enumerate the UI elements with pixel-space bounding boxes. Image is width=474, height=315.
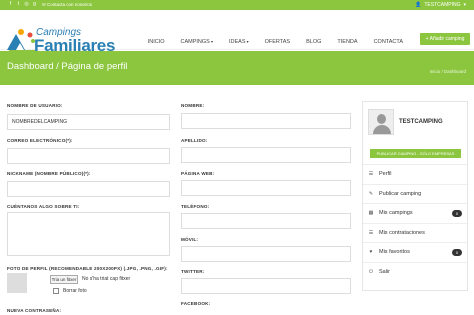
heart-icon: ♥ bbox=[369, 249, 373, 256]
sidebar-item-perfil[interactable]: ☰ Perfil bbox=[363, 164, 467, 184]
user-icon: 👤 bbox=[415, 1, 422, 8]
twitter-icon[interactable]: t bbox=[16, 2, 21, 7]
surname-input[interactable] bbox=[181, 147, 351, 163]
file-status: No s'ha triat cap fitxer bbox=[82, 276, 131, 282]
sidebar-item-label: Publicar camping bbox=[379, 190, 422, 197]
user-name: TESTCAMPING bbox=[424, 1, 461, 8]
nav-ideas[interactable]: IDEAS bbox=[221, 39, 257, 45]
top-bar: f t ◎ g ✉ Contacta con nosotros 👤 TESTCA… bbox=[0, 0, 474, 10]
page-title: Dashboard / Página de perfil bbox=[7, 61, 128, 72]
facebook-label: FACEBOOK: bbox=[181, 301, 211, 306]
sidebar-item-label: Mis campings bbox=[379, 210, 413, 217]
breadcrumb-separator: / bbox=[441, 69, 443, 74]
email-label: CORREO ELECTRÓNICO(*): bbox=[7, 138, 73, 143]
email-input[interactable] bbox=[7, 148, 170, 164]
surname-label: APELLIDO: bbox=[181, 138, 208, 143]
main-nav: INICIO CAMPINGS IDEAS OFERTAS BLOG TIEND… bbox=[140, 39, 411, 45]
sidebar-item-favoritos[interactable]: ♥ Mis favoritos 0 bbox=[363, 242, 467, 262]
nickname-label: NICKNAME (NOMBRE PÚBLICO)(*): bbox=[7, 171, 91, 176]
phone-input[interactable] bbox=[181, 213, 351, 229]
sidebar-item-label: Salir bbox=[379, 268, 391, 275]
name-input[interactable] bbox=[181, 113, 351, 129]
nav-inicio[interactable]: INICIO bbox=[140, 39, 173, 45]
avatar-body-shape bbox=[373, 125, 391, 134]
grid-icon: ▦ bbox=[368, 210, 374, 217]
sidebar-item-label: Perfil bbox=[379, 171, 392, 178]
dashboard-sidebar: TESTCAMPING PUBLICAR CAMPING - SÓLO EMPR… bbox=[362, 101, 468, 291]
chevron-down-icon: ▾ bbox=[463, 1, 466, 8]
list-icon: ☰ bbox=[368, 229, 374, 236]
choose-file-button[interactable]: Tria un fitxer bbox=[50, 275, 78, 284]
page-banner: Dashboard / Página de perfil Inicio / Da… bbox=[0, 51, 474, 85]
about-label: CUÉNTANOS ALGO SOBRE TI: bbox=[7, 204, 80, 209]
username-input[interactable]: NOMBREDELCAMPING bbox=[7, 114, 170, 130]
googleplus-icon[interactable]: g bbox=[32, 2, 37, 7]
power-icon: ⏻ bbox=[369, 268, 373, 275]
breadcrumb: Inicio / Dashboard bbox=[430, 69, 466, 74]
list-icon: ☰ bbox=[368, 171, 374, 178]
phone-label: TELÉFONO: bbox=[181, 204, 210, 209]
sidebar-item-mis-campings[interactable]: ▦ Mis campings 0 bbox=[363, 203, 467, 223]
twitter-label: TWITTER: bbox=[181, 269, 205, 274]
about-textarea[interactable] bbox=[7, 212, 170, 256]
nav-contacta[interactable]: CONTACTA bbox=[366, 39, 411, 45]
sidebar-username: TESTCAMPING bbox=[399, 119, 443, 125]
social-links: f t ◎ g bbox=[8, 2, 37, 7]
nav-tienda[interactable]: TIENDA bbox=[329, 39, 365, 45]
pencil-icon: ✎ bbox=[368, 190, 374, 197]
name-label: NOMBRE: bbox=[181, 103, 205, 108]
twitter-input[interactable] bbox=[181, 278, 351, 294]
mobile-label: MÓVIL: bbox=[181, 237, 199, 242]
delete-photo-label: Borrar foto bbox=[63, 288, 87, 294]
count-badge: 0 bbox=[452, 210, 462, 217]
delete-photo-checkbox[interactable] bbox=[53, 288, 59, 294]
username-label: NOMBRE DE USUARIO: bbox=[7, 103, 63, 108]
sidebar-item-label: Mis contrataciones bbox=[379, 229, 425, 236]
instagram-icon[interactable]: ◎ bbox=[24, 2, 29, 7]
sidebar-item-contrataciones[interactable]: ☰ Mis contrataciones bbox=[363, 222, 467, 243]
breadcrumb-home[interactable]: Inicio bbox=[430, 69, 441, 74]
sidebar-item-label: Mis favoritos bbox=[379, 249, 410, 256]
breadcrumb-current: Dashboard bbox=[443, 69, 466, 74]
sidebar-menu: ☰ Perfil ✎ Publicar camping ▦ Mis campin… bbox=[363, 164, 467, 281]
profile-photo-preview bbox=[7, 273, 27, 293]
mobile-input[interactable] bbox=[181, 246, 351, 262]
header: Campings Familiares INICIO CAMPINGS IDEA… bbox=[0, 10, 474, 55]
password-label: NUEVA CONTRASEÑA: bbox=[7, 308, 62, 313]
sidebar-item-salir[interactable]: ⏻ Salir bbox=[363, 261, 467, 282]
profile-form: NOMBRE DE USUARIO: NOMBREDELCAMPING CORR… bbox=[7, 100, 352, 315]
contact-link[interactable]: ✉ Contacta con nosotros bbox=[42, 2, 92, 8]
avatar-head-shape bbox=[377, 114, 386, 124]
nickname-input[interactable] bbox=[7, 181, 170, 197]
add-camping-button[interactable]: + Añadir camping bbox=[420, 33, 470, 45]
user-menu[interactable]: 👤 TESTCAMPING ▾ bbox=[415, 2, 466, 8]
web-label: PÁGINA WEB: bbox=[181, 171, 215, 176]
facebook-icon[interactable]: f bbox=[8, 2, 13, 7]
photo-label: FOTO DE PERFIL (RECOMENDABLE 200X200PX) … bbox=[7, 266, 168, 271]
avatar bbox=[368, 109, 394, 135]
nav-ofertas[interactable]: OFERTAS bbox=[257, 39, 298, 45]
web-input[interactable] bbox=[181, 180, 351, 196]
count-badge: 0 bbox=[452, 249, 462, 256]
nav-campings[interactable]: CAMPINGS bbox=[173, 39, 221, 45]
publish-camping-button[interactable]: PUBLICAR CAMPING - SÓLO EMPRESAS bbox=[370, 149, 461, 158]
nav-blog[interactable]: BLOG bbox=[298, 39, 329, 45]
sidebar-item-publicar[interactable]: ✎ Publicar camping bbox=[363, 183, 467, 204]
